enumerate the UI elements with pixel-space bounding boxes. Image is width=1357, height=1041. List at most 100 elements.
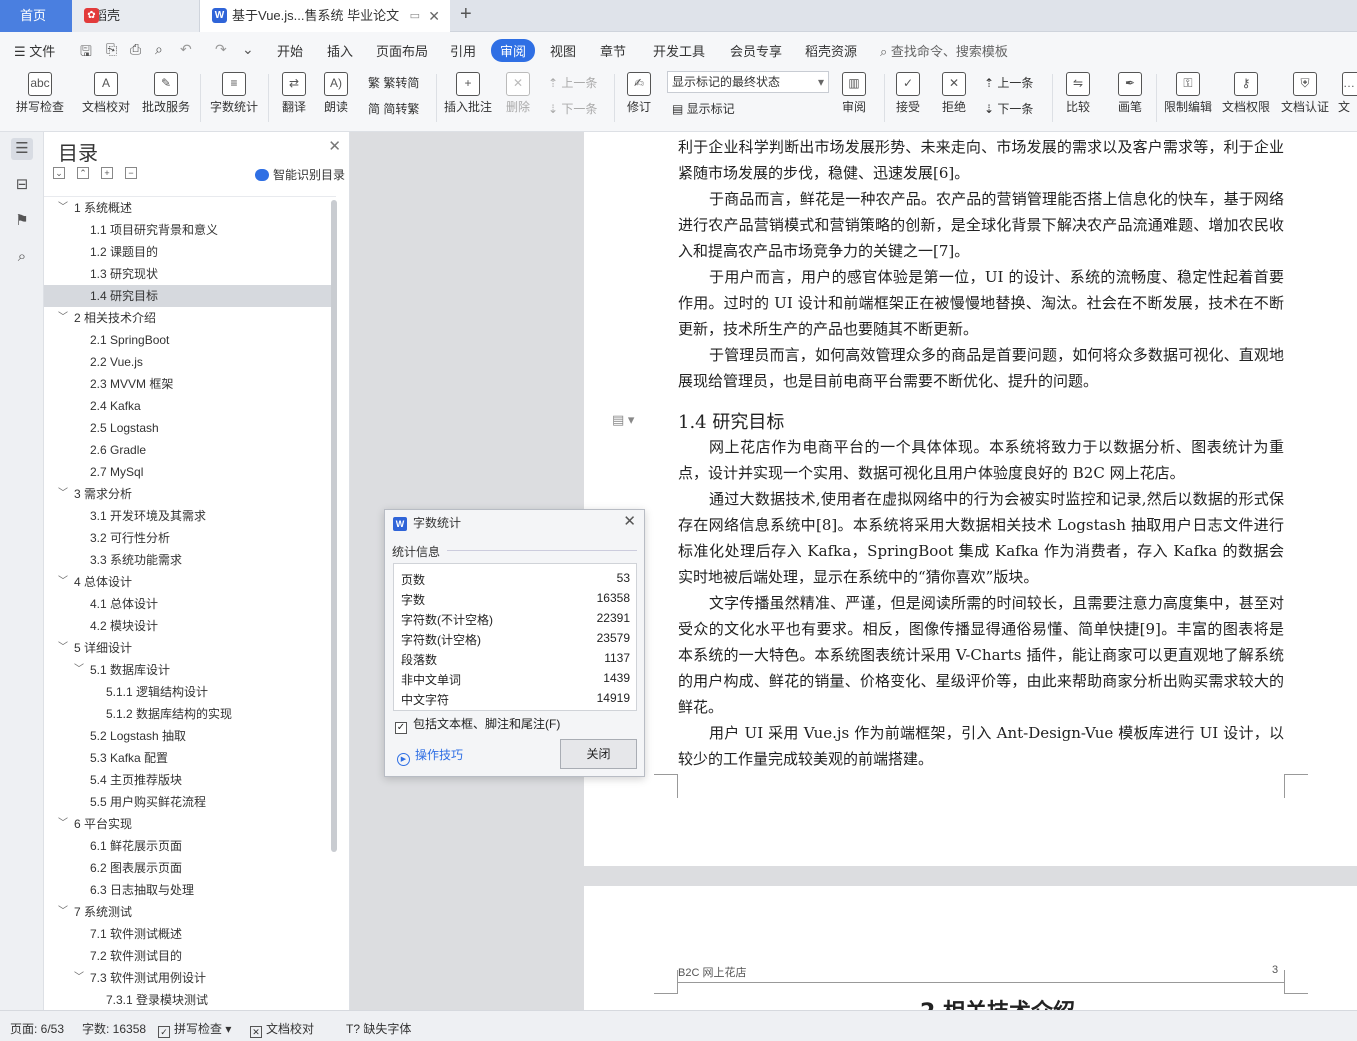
menu-view[interactable]: 视图 <box>550 41 576 60</box>
toc-item[interactable]: 2.1 SpringBoot <box>44 329 336 351</box>
proofread-status[interactable]: ✕ 文档校对 <box>250 1020 314 1038</box>
menu-review[interactable]: 审阅 <box>491 39 536 62</box>
toc-item[interactable]: ﹀ 2 相关技术介绍 <box>44 307 336 329</box>
toc-item[interactable]: ﹀ 1 系统概述 <box>44 197 336 219</box>
word-count-indicator[interactable]: 字数: 16358 <box>82 1020 146 1037</box>
toc-item[interactable]: ﹀ 5 详细设计 <box>44 637 336 659</box>
toc-item[interactable]: 5.2 Logstash 抽取 <box>44 725 336 747</box>
menu-insert[interactable]: 插入 <box>327 41 353 60</box>
toc-item[interactable]: 2.5 Logstash <box>44 417 336 439</box>
chevron-down-icon[interactable]: ﹀ <box>58 813 68 835</box>
toc-item[interactable]: 3.3 系统功能需求 <box>44 549 336 571</box>
chevron-down-icon[interactable]: ﹀ <box>58 571 68 593</box>
toc-item[interactable]: 5.1.2 数据库结构的实现 <box>44 703 336 725</box>
revise-button[interactable]: ✍ 修订 <box>620 66 658 128</box>
word-count-button[interactable]: ≡ 字数统计 <box>206 66 262 128</box>
toc-item[interactable]: 2.2 Vue.js <box>44 351 336 373</box>
annotate-service-button[interactable]: ✎ 批改服务 <box>138 66 194 128</box>
menu-chapter[interactable]: 章节 <box>600 41 626 60</box>
toc-item[interactable]: 6.1 鲜花展示页面 <box>44 835 336 857</box>
toc-item[interactable]: 2.7 MySql <box>44 461 336 483</box>
prev-change-button[interactable]: ⇡ 上一条 <box>984 74 1033 91</box>
review-pane-button[interactable]: ▥ 审阅 <box>836 66 872 128</box>
chevron-down-icon[interactable]: ﹀ <box>58 637 68 659</box>
close-tab-icon[interactable]: ✕ <box>428 0 440 32</box>
next-comment-button[interactable]: ⇣ 下一条 <box>548 100 597 117</box>
toc-item[interactable]: 1.3 研究现状 <box>44 263 336 285</box>
toc-item[interactable]: ﹀ 4 总体设计 <box>44 571 336 593</box>
restrict-edit-button[interactable]: ⚿ 限制编辑 <box>1160 66 1216 128</box>
toc-item[interactable]: 6.2 图表展示页面 <box>44 857 336 879</box>
toc-item[interactable]: 3.1 开发环境及其需求 <box>44 505 336 527</box>
spellcheck-status[interactable]: ✓ 拼写检查 ▾ <box>158 1020 231 1038</box>
more-ribbon-button[interactable]: … 文 <box>1338 66 1357 128</box>
pin-icon[interactable]: ▭ <box>410 0 420 32</box>
collapse-all-icon[interactable]: ⌄ <box>53 167 65 179</box>
reject-button[interactable]: ✕ 拒绝 <box>936 66 972 128</box>
trad-to-simp-button[interactable]: 繁 繁转简 <box>368 74 419 91</box>
menu-layout[interactable]: 页面布局 <box>376 41 428 60</box>
compare-button[interactable]: ⇋ 比较 <box>1058 66 1098 128</box>
toc-item[interactable]: 2.3 MVVM 框架 <box>44 373 336 395</box>
toc-item[interactable]: ﹀ 7.3 软件测试用例设计 <box>44 967 336 989</box>
toc-item[interactable]: ﹀ 6 平台实现 <box>44 813 336 835</box>
toc-item[interactable]: ﹀ 5.1 数据库设计 <box>44 659 336 681</box>
include-textbox-checkbox[interactable]: ✓ 包括文本框、脚注和尾注(F) <box>395 715 560 734</box>
toc-item[interactable]: 7.1 软件测试概述 <box>44 923 336 945</box>
toc-item[interactable]: 2.6 Gradle <box>44 439 336 461</box>
chevron-down-icon[interactable]: ﹀ <box>58 307 68 329</box>
toc-item[interactable]: 7.2 软件测试目的 <box>44 945 336 967</box>
tab-daoke[interactable]: ✿ 稻壳 <box>72 0 200 32</box>
redo-icon[interactable]: ↷ <box>215 41 227 58</box>
proofread-button[interactable]: A 文档校对 <box>78 66 134 128</box>
toc-icon[interactable]: ☰ <box>11 138 33 160</box>
expand-all-icon[interactable]: ⌃ <box>77 167 89 179</box>
toc-item[interactable]: 5.1.1 逻辑结构设计 <box>44 681 336 703</box>
menu-start[interactable]: 开始 <box>277 41 303 60</box>
paragraph-menu-icon[interactable]: ▤ ▾ <box>612 412 634 428</box>
toc-item[interactable]: 7.3.1 登录模块测试 <box>44 989 336 1008</box>
doc-permission-button[interactable]: ⚷ 文档权限 <box>1220 66 1272 128</box>
toc-item[interactable]: 1.2 课题目的 <box>44 241 336 263</box>
export-icon[interactable]: ⎘ <box>106 41 117 58</box>
chapter-icon[interactable]: ⊟ <box>11 174 33 196</box>
dialog-close-icon[interactable]: ✕ <box>623 512 636 530</box>
toc-item[interactable]: ﹀ 3 需求分析 <box>44 483 336 505</box>
toc-item[interactable]: 1.4 研究目标 <box>44 285 336 307</box>
chevron-down-icon[interactable]: ﹀ <box>74 659 84 681</box>
simp-to-trad-button[interactable]: 简 简转繁 <box>368 100 419 117</box>
toc-item[interactable]: 4.2 模块设计 <box>44 615 336 637</box>
page-indicator[interactable]: 页面: 6/53 <box>10 1020 64 1037</box>
toc-item[interactable]: 6.3 日志抽取与处理 <box>44 879 336 901</box>
tab-document[interactable]: W 基于Vue.js...售系统 毕业论文 ▭ ✕ <box>200 0 450 32</box>
toc-item[interactable]: 5.4 主页推荐版块 <box>44 769 336 791</box>
file-menu[interactable]: ☰ 文件 <box>14 41 55 60</box>
undo-icon[interactable]: ↶ <box>180 41 192 58</box>
menu-daoke-resources[interactable]: 稻壳资源 <box>805 41 857 60</box>
toc-item[interactable]: 5.3 Kafka 配置 <box>44 747 336 769</box>
smart-toc-button[interactable]: 智能识别目录 <box>254 166 345 183</box>
bookmark-icon[interactable]: ⚑ <box>11 210 33 232</box>
prev-comment-button[interactable]: ⇡ 上一条 <box>548 74 597 91</box>
chevron-down-icon[interactable]: ﹀ <box>58 901 68 923</box>
toc-item[interactable]: 4.1 总体设计 <box>44 593 336 615</box>
spellcheck-button[interactable]: abc 拼写检查 <box>8 66 72 128</box>
accept-button[interactable]: ✓ 接受 <box>890 66 926 128</box>
chevron-down-icon[interactable]: ﹀ <box>58 483 68 505</box>
toc-item[interactable]: 1.1 项目研究背景和意义 <box>44 219 336 241</box>
show-markup-button[interactable]: ▤ 显示标记 <box>672 100 735 117</box>
remove-heading-icon[interactable]: − <box>125 167 137 179</box>
insert-comment-button[interactable]: + 插入批注 <box>442 66 494 128</box>
customize-icon[interactable]: ⌄ <box>242 41 254 58</box>
chevron-down-icon[interactable]: ﹀ <box>74 967 84 989</box>
display-mode-select[interactable]: 显示标记的最终状态 <box>667 71 829 93</box>
read-aloud-button[interactable]: A) 朗读 <box>318 66 354 128</box>
missing-font-status[interactable]: T? 缺失字体 <box>346 1020 411 1037</box>
menu-developer[interactable]: 开发工具 <box>653 41 705 60</box>
menu-reference[interactable]: 引用 <box>450 41 476 60</box>
pen-button[interactable]: ✒ 画笔 <box>1110 66 1150 128</box>
close-button[interactable]: 关闭 <box>560 739 637 769</box>
toc-item[interactable]: ﹀ 7 系统测试 <box>44 901 336 923</box>
save-icon[interactable]: 🖫 <box>80 41 92 65</box>
command-search[interactable]: ⌕ 查找命令、搜索模板 <box>880 41 1008 60</box>
